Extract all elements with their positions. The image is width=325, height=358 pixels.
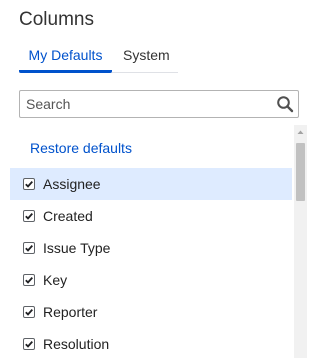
checkbox-checked[interactable] <box>23 178 35 190</box>
panel-title: Columns <box>19 9 94 30</box>
column-item-label: Issue Type <box>43 240 111 256</box>
checkmark-icon <box>25 308 33 316</box>
tab-my-defaults[interactable]: My Defaults <box>19 40 112 73</box>
scrollbar-thumb[interactable] <box>296 143 305 201</box>
column-item-created[interactable]: Created <box>10 200 292 232</box>
tab-bar: My Defaults System <box>19 40 178 73</box>
checkbox-checked[interactable] <box>23 242 35 254</box>
list-scrollbar[interactable] <box>294 125 307 358</box>
checkmark-icon <box>25 180 33 188</box>
checkmark-icon <box>25 276 33 284</box>
search-box <box>19 90 299 118</box>
checkbox-checked[interactable] <box>23 338 35 350</box>
checkmark-icon <box>25 340 33 348</box>
search-input[interactable] <box>20 91 270 117</box>
checkmark-icon <box>25 244 33 252</box>
checkbox-checked[interactable] <box>23 210 35 222</box>
column-item-issue-type[interactable]: Issue Type <box>10 232 292 264</box>
columns-panel: Columns My Defaults System Restore defau… <box>0 0 325 358</box>
column-item-assignee[interactable]: Assignee <box>10 168 292 200</box>
restore-defaults-link[interactable]: Restore defaults <box>30 139 132 157</box>
checkmark-icon <box>25 212 33 220</box>
column-item-label: Reporter <box>43 304 98 320</box>
column-item-label: Key <box>43 272 68 288</box>
column-item-resolution[interactable]: Resolution <box>10 328 292 358</box>
column-item-label: Created <box>43 208 93 224</box>
checkbox-checked[interactable] <box>23 274 35 286</box>
column-item-label: Resolution <box>43 336 110 352</box>
chevron-up-icon[interactable] <box>294 125 307 140</box>
column-item-reporter[interactable]: Reporter <box>10 296 292 328</box>
column-item-key[interactable]: Key <box>10 264 292 296</box>
checkbox-checked[interactable] <box>23 306 35 318</box>
column-item-label: Assignee <box>43 176 101 192</box>
search-icon[interactable] <box>276 95 294 113</box>
tab-system[interactable]: System <box>123 40 170 72</box>
column-list: Assignee Created Issue Type Key Reporter… <box>10 168 292 358</box>
